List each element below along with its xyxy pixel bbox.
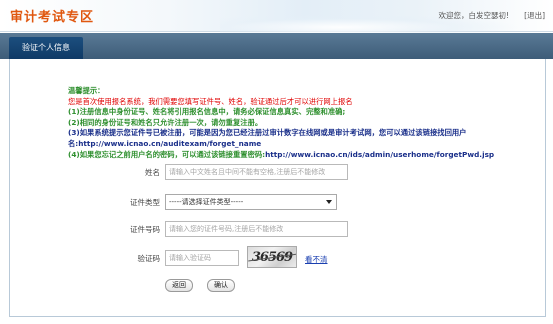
cert-no-row: 证件号码 — [0, 221, 553, 239]
captcha-image[interactable]: 36569 — [247, 246, 297, 268]
name-row: 姓名 — [0, 164, 553, 182]
chevron-down-icon — [326, 200, 332, 204]
tips-line-1: (1)注册信息中身份证号、姓名将引用报名信息中，请务必保证信息真实、完整和准确; — [68, 107, 346, 117]
back-button[interactable]: 返回 — [165, 279, 193, 292]
forget-name-link[interactable]: http://www.icnao.cn/auditexam/forget_nam… — [78, 139, 261, 148]
cert-type-label: 证件类型 — [130, 198, 160, 207]
page-title: 审计考试专区 — [10, 10, 95, 25]
cert-type-selected-value: -----请选择证件类型----- — [169, 198, 244, 206]
tips-line-3-cont: 名:http://www.icnao.cn/auditexam/forget_n… — [68, 139, 538, 150]
page-header: 审计考试专区 欢迎您，白发空瑟初! [退出] — [0, 0, 553, 36]
logout-link[interactable]: [退出] — [524, 10, 545, 21]
tips-line-intro: 您是首次使用报名系统，我们需要您填写证件号、姓名，验证通过后才可以进行网上报名 — [68, 96, 353, 106]
cert-no-label: 证件号码 — [130, 225, 160, 234]
captcha-input[interactable] — [165, 250, 239, 266]
forget-password-link[interactable]: http://www.icnao.cn/ids/admin/userhome/f… — [265, 150, 494, 159]
tips-panel: 温馨提示： 您是首次使用报名系统，我们需要您填写证件号、姓名，验证通过后才可以进… — [68, 86, 538, 160]
cert-type-row: 证件类型 -----请选择证件类型----- — [0, 194, 553, 212]
captcha-label: 验证码 — [137, 254, 161, 263]
captcha-row: 验证码 36569 看不清 — [0, 246, 553, 268]
nav-bar: 验证个人信息 — [0, 33, 553, 59]
tab-verify-personal-info[interactable]: 验证个人信息 — [9, 37, 83, 59]
tips-line-4-prefix: (4)如果您忘记之前用户名的密码，可以通过该链接重置密码: — [68, 149, 266, 159]
refresh-captcha-link[interactable]: 看不清 — [305, 254, 328, 265]
welcome-text: 欢迎您，白发空瑟初! — [438, 11, 509, 20]
name-input[interactable] — [165, 164, 348, 180]
name-label: 姓名 — [145, 168, 160, 177]
tips-line-3: (3)如果系统提示您证件号已被注册，可能是因为您已经注册过审计数字在线网或是审计… — [68, 128, 467, 138]
tips-title: 温馨提示： — [68, 86, 105, 95]
cert-type-select[interactable]: -----请选择证件类型----- — [165, 194, 337, 210]
tips-line-2: (2)相同的身份证号和姓名只允许注册一次，请勿重复注册。 — [68, 117, 263, 127]
tips-line-3-prefix: 名: — [68, 138, 79, 148]
tips-line-4: (4)如果您忘记之前用户名的密码，可以通过该链接重置密码:http://www.… — [68, 150, 538, 161]
confirm-button[interactable]: 确认 — [207, 279, 235, 292]
cert-no-input[interactable] — [165, 221, 348, 237]
